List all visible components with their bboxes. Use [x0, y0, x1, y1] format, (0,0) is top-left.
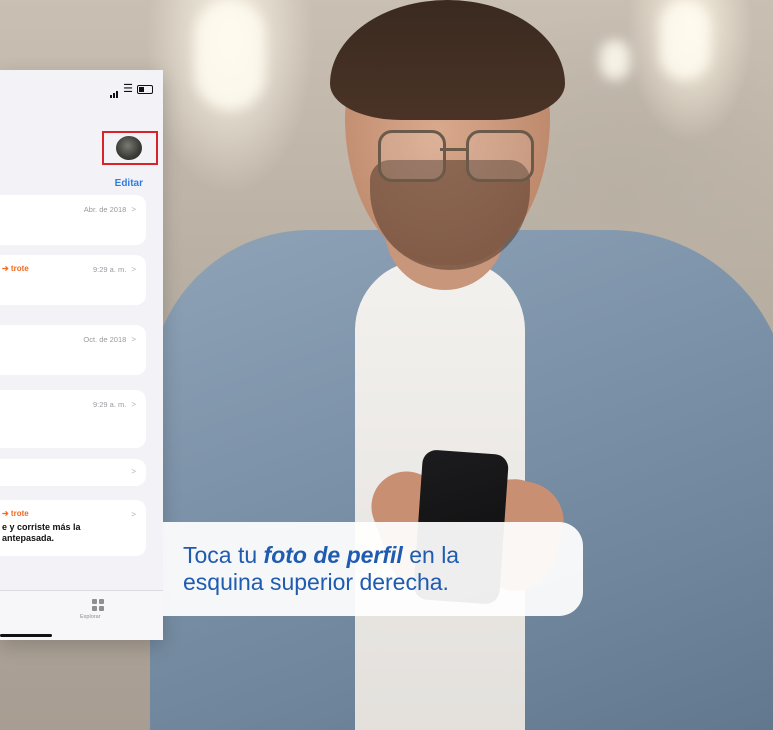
chevron-right-icon: >: [131, 335, 136, 344]
grid-icon[interactable]: [92, 599, 104, 611]
chevron-right-icon: >: [131, 467, 136, 476]
summary-card[interactable]: 9:29 a. m. >: [0, 390, 146, 448]
battery-icon: [137, 84, 153, 94]
tab-bar: Explorar: [0, 590, 163, 640]
phone-screenshot: ☰ Editar Abr. de 2018 > ➔ trote 9:29 a. m…: [0, 70, 163, 640]
card-date: Abr. de 2018: [83, 205, 127, 214]
highlight-card[interactable]: ➔ trote > e y corriste más la antepasada…: [0, 500, 146, 556]
summary-card[interactable]: >: [0, 459, 146, 486]
highlight-line: antepasada.: [2, 533, 55, 543]
wifi-icon: ☰: [123, 82, 133, 95]
card-time: 9:29 a. m.: [92, 265, 127, 274]
caption-text: Toca tu foto de perfil en la esquina supe…: [183, 542, 583, 596]
signal-icon: [110, 80, 119, 98]
summary-card[interactable]: Abr. de 2018 >: [0, 195, 146, 245]
caption-emphasis: foto de perfil: [263, 542, 403, 568]
profile-photo-avatar[interactable]: [116, 136, 142, 160]
chevron-right-icon: >: [131, 400, 136, 409]
chevron-right-icon: >: [131, 205, 136, 214]
chevron-right-icon: >: [131, 510, 136, 519]
home-indicator: [0, 634, 52, 637]
status-bar: ☰: [110, 80, 153, 98]
summary-card[interactable]: Oct. de 2018 >: [0, 325, 146, 375]
chevron-right-icon: >: [131, 265, 136, 274]
card-date: Oct. de 2018: [83, 335, 127, 344]
highlight-line: e y corriste más la: [2, 522, 81, 532]
edit-link[interactable]: Editar: [115, 178, 143, 189]
caption-part2: en la: [402, 542, 460, 568]
caption-line2: esquina superior derecha.: [183, 569, 449, 595]
activity-label: ➔ trote: [2, 264, 29, 273]
tab-explore[interactable]: Explorar: [80, 614, 100, 620]
profile-photo-highlight: [102, 131, 158, 165]
summary-card[interactable]: ➔ trote 9:29 a. m. >: [0, 255, 146, 305]
card-time: 9:29 a. m.: [92, 400, 127, 409]
highlight-text: e y corriste más la antepasada.: [2, 522, 81, 544]
instruction-caption: Toca tu foto de perfil en la esquina supe…: [163, 522, 583, 616]
caption-part1: Toca tu: [183, 542, 264, 568]
activity-label: ➔ trote: [2, 509, 29, 518]
